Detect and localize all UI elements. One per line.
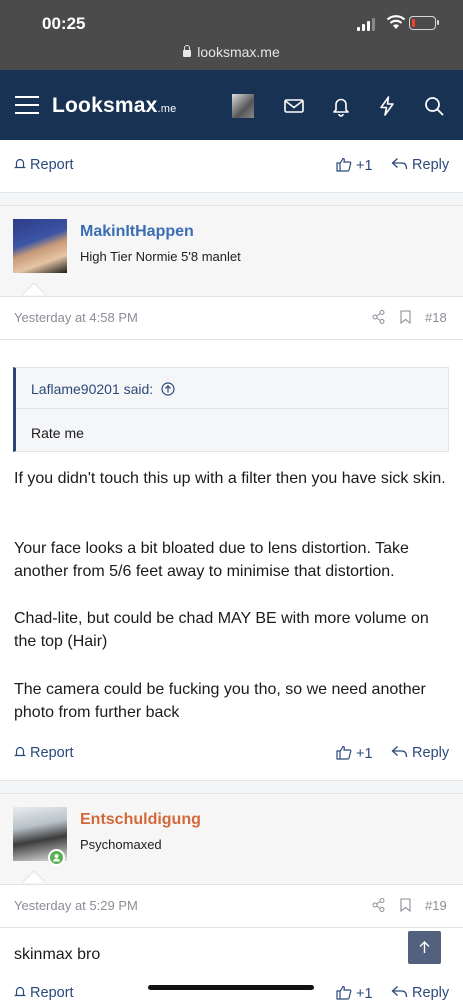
post-paragraph: Your face looks a bit bloated due to len… bbox=[14, 540, 409, 580]
thumbs-up-icon bbox=[336, 985, 352, 1000]
inbox-icon[interactable] bbox=[283, 95, 305, 117]
post-number[interactable]: #18 bbox=[425, 310, 447, 325]
bell-icon bbox=[14, 158, 26, 169]
bell-icon[interactable] bbox=[330, 95, 352, 117]
search-icon[interactable] bbox=[423, 95, 445, 117]
divider bbox=[16, 408, 449, 409]
divider bbox=[0, 927, 463, 928]
like-button[interactable]: +1 bbox=[336, 157, 373, 174]
menu-icon[interactable] bbox=[15, 96, 39, 114]
user-block-arrow bbox=[22, 283, 46, 295]
reply-icon bbox=[391, 746, 408, 758]
reply-button[interactable]: Reply bbox=[391, 745, 449, 761]
post-user-block: MakinItHappen High Tier Normie 5'8 manle… bbox=[0, 205, 463, 297]
wifi-icon bbox=[386, 15, 406, 29]
reply-icon bbox=[391, 158, 408, 170]
post-paragraph: If you didn't touch this up with a filte… bbox=[14, 470, 446, 487]
like-button[interactable]: +1 bbox=[336, 985, 373, 1002]
post-timestamp[interactable]: Yesterday at 4:58 PM bbox=[14, 310, 138, 325]
post-user-title: Psychomaxed bbox=[80, 837, 162, 852]
like-button[interactable]: +1 bbox=[336, 745, 373, 762]
post-username[interactable]: Entschuldigung bbox=[80, 811, 201, 829]
reply-label: Reply bbox=[412, 745, 450, 761]
reply-button[interactable]: Reply bbox=[391, 985, 449, 1001]
user-block-arrow bbox=[22, 871, 46, 883]
online-badge bbox=[48, 849, 65, 866]
reply-label: Reply bbox=[412, 985, 450, 1001]
like-count: +1 bbox=[356, 746, 373, 762]
share-icon[interactable] bbox=[372, 898, 385, 912]
report-label: Report bbox=[30, 745, 74, 761]
report-label: Report bbox=[30, 985, 74, 1001]
home-indicator[interactable] bbox=[148, 985, 314, 990]
post-user-block: Entschuldigung Psychomaxed bbox=[0, 793, 463, 885]
post-timestamp[interactable]: Yesterday at 5:29 PM bbox=[14, 898, 138, 913]
report-label: Report bbox=[30, 157, 74, 173]
lock-icon bbox=[183, 45, 192, 57]
bolt-icon[interactable] bbox=[376, 95, 398, 117]
post-number[interactable]: #19 bbox=[425, 898, 447, 913]
report-button[interactable]: Report bbox=[14, 985, 74, 1001]
divider bbox=[0, 339, 463, 340]
share-icon[interactable] bbox=[372, 310, 385, 324]
post-paragraph: Chad-lite, but could be chad MAY BE with… bbox=[14, 610, 429, 650]
thumbs-up-icon bbox=[336, 157, 352, 172]
report-button[interactable]: Report bbox=[14, 157, 74, 173]
site-logo[interactable]: Looksmax.me bbox=[52, 94, 176, 118]
clock: 00:25 bbox=[42, 14, 86, 33]
post-paragraph: skinmax bro bbox=[14, 946, 101, 963]
battery-icon bbox=[409, 16, 439, 30]
bookmark-icon[interactable] bbox=[400, 310, 411, 324]
thumbs-up-icon bbox=[336, 745, 352, 760]
quote-block: Laflame90201 said: Rate me bbox=[13, 367, 449, 452]
reply-button[interactable]: Reply bbox=[391, 157, 449, 173]
url-text: looksmax.me bbox=[197, 44, 280, 60]
url-bar[interactable]: looksmax.me bbox=[0, 44, 463, 60]
scroll-to-top-button[interactable] bbox=[408, 931, 441, 964]
quote-author[interactable]: Laflame90201 said: bbox=[31, 381, 175, 397]
signal-icon bbox=[357, 17, 377, 31]
arrow-up-circle-icon bbox=[161, 382, 175, 396]
post-paragraph: The camera could be fucking you tho, so … bbox=[14, 681, 426, 721]
reply-icon bbox=[391, 986, 408, 998]
quote-text: Rate me bbox=[31, 425, 84, 441]
user-avatar[interactable] bbox=[13, 219, 67, 273]
bell-icon bbox=[14, 746, 26, 757]
bookmark-icon[interactable] bbox=[400, 898, 411, 912]
arrow-up-icon bbox=[419, 941, 430, 953]
browser-status-bar: 00:25 looksmax.me bbox=[0, 0, 463, 70]
user-avatar[interactable] bbox=[232, 94, 254, 118]
reply-label: Reply bbox=[412, 157, 450, 173]
user-icon bbox=[53, 854, 60, 862]
post-user-title: High Tier Normie 5'8 manlet bbox=[80, 249, 241, 264]
post-username[interactable]: MakinItHappen bbox=[80, 223, 194, 241]
bell-icon bbox=[14, 986, 26, 997]
report-button[interactable]: Report bbox=[14, 745, 74, 761]
like-count: +1 bbox=[356, 158, 373, 174]
